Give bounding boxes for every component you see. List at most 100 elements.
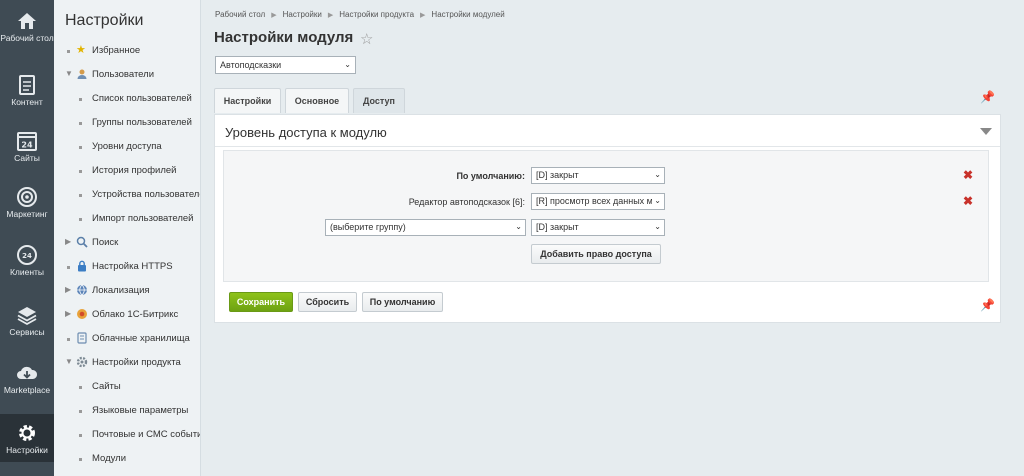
access-table: По умолчанию: [D] закрыт ⌄ ✖ Редактор ав… (223, 150, 989, 282)
calendar-icon: 24 (17, 132, 37, 151)
default-access-select[interactable]: [D] закрыт ⌄ (531, 167, 665, 184)
search-icon (76, 236, 88, 248)
menu-item-sites[interactable]: Сайты (54, 379, 200, 397)
tab-settings[interactable]: Настройки (214, 88, 281, 113)
group-select[interactable]: (выберите группу) ⌄ (325, 219, 526, 236)
star-icon: ★ (76, 44, 86, 56)
bullet-icon (79, 410, 82, 413)
favorite-star-icon[interactable]: ☆ (360, 30, 373, 48)
nav-label: Клиенты (9, 267, 45, 277)
menu-item-product-settings[interactable]: ▼ Настройки продукта (54, 355, 200, 373)
menu-item-language-params[interactable]: Языковые параметры (54, 403, 200, 421)
delete-icon[interactable]: ✖ (963, 168, 973, 182)
menu-item-mail-sms-events[interactable]: Почтовые и СМС события (54, 427, 200, 445)
bullet-icon (79, 122, 82, 125)
menu-item-access-levels[interactable]: Уровни доступа (54, 139, 200, 157)
editor-group-label: Редактор автоподсказок [6]: (408, 197, 525, 207)
divider (215, 146, 1000, 147)
collapse-icon[interactable] (980, 128, 992, 135)
pin-icon[interactable]: 📌 (980, 90, 995, 104)
chevron-down-icon: ⌄ (652, 222, 661, 231)
svg-text:24: 24 (22, 252, 32, 260)
bullet-icon (79, 98, 82, 101)
globe-icon (76, 284, 88, 296)
menu-title: Настройки (65, 12, 144, 29)
chevron-down-icon: ⌄ (344, 60, 351, 69)
chevron-down-icon[interactable]: ▼ (65, 69, 73, 78)
pin-icon[interactable]: 📌 (980, 298, 995, 312)
menu-item-user-list[interactable]: Список пользователей (54, 91, 200, 109)
nav-marketplace[interactable]: Marketplace (0, 362, 54, 402)
select-value: [D] закрыт (536, 222, 579, 232)
chevron-down-icon: ⌄ (652, 170, 661, 179)
module-select-value: Автоподсказки (220, 60, 282, 70)
bullet-icon (79, 218, 82, 221)
cloud-icon (76, 308, 88, 320)
gear-icon (76, 356, 88, 368)
module-select[interactable]: Автоподсказки ⌄ (215, 56, 356, 74)
nav-clients[interactable]: 24 Клиенты (0, 244, 54, 284)
menu-item-profile-history[interactable]: История профилей (54, 163, 200, 181)
chevron-right-icon[interactable]: ▶ (65, 285, 71, 294)
chevron-right-icon: ▶ (420, 12, 426, 19)
chevron-right-icon[interactable]: ▶ (65, 309, 71, 318)
main-content: Рабочий стол ▶ Настройки ▶ Настройки продукт… (201, 0, 1024, 476)
bullet-icon (79, 146, 82, 149)
bullet-icon (67, 266, 70, 269)
nav-settings[interactable]: Настройки (0, 414, 54, 462)
menu-item-bitrix-cloud[interactable]: ▶ Облако 1С-Битрикс (54, 307, 200, 325)
editor-access-select[interactable]: [R] просмотр всех данных м ⌄ (531, 193, 665, 210)
save-button[interactable]: Сохранить (229, 292, 293, 312)
breadcrumb-item[interactable]: Настройки (283, 10, 322, 19)
gear-icon (19, 425, 35, 441)
tab-access[interactable]: Доступ (353, 88, 405, 113)
bullet-icon (67, 338, 70, 341)
menu-item-users[interactable]: ▼ Пользователи (54, 67, 200, 85)
nav-marketing[interactable]: Маркетинг (0, 186, 54, 226)
menu-item-https[interactable]: Настройка HTTPS (54, 259, 200, 277)
menu-item-cloud-storage[interactable]: Облачные хранилища (54, 331, 200, 349)
nav-label: Маркетинг (6, 209, 48, 219)
settings-menu: Настройки ★ Избранное ▼ Пользователи Спи… (54, 0, 201, 476)
reset-button[interactable]: Сбросить (298, 292, 357, 312)
nav-label: Сайты (14, 153, 40, 163)
document-icon (19, 75, 35, 95)
nav-sites[interactable]: 24 Сайты (0, 130, 54, 170)
menu-item-favorites[interactable]: ★ Избранное (54, 43, 200, 61)
nav-services[interactable]: Сервисы (0, 304, 54, 344)
breadcrumb-item[interactable]: Настройки модулей (431, 10, 504, 19)
menu-item-localization[interactable]: ▶ Локализация (54, 283, 200, 301)
storage-icon (76, 332, 88, 344)
panel-title: Уровень доступа к модулю (225, 125, 387, 140)
nav-label: Сервисы (9, 327, 45, 337)
nav-content[interactable]: Контент (0, 74, 54, 114)
layers-icon (17, 307, 37, 326)
access-panel: Уровень доступа к модулю По умолчанию: [… (214, 114, 1001, 323)
nav-label: Контент (11, 97, 43, 107)
menu-item-search[interactable]: ▶ Поиск (54, 235, 200, 253)
new-group-access-select[interactable]: [D] закрыт ⌄ (531, 219, 665, 236)
menu-item-user-devices[interactable]: Устройства пользователей (54, 187, 200, 205)
select-value: [D] закрыт (536, 170, 579, 180)
menu-item-user-groups[interactable]: Группы пользователей (54, 115, 200, 133)
breadcrumb-item[interactable]: Настройки продукта (339, 10, 414, 19)
target-icon (17, 187, 37, 207)
menu-item-user-import[interactable]: Импорт пользователей (54, 211, 200, 229)
lock-icon (76, 260, 88, 272)
default-access-label: По умолчанию: (456, 171, 525, 181)
nav-desktop[interactable]: Рабочий стол (0, 10, 54, 54)
chevron-right-icon[interactable]: ▶ (65, 237, 71, 246)
bullet-icon (79, 170, 82, 173)
bullet-icon (79, 194, 82, 197)
chevron-down-icon[interactable]: ▼ (65, 357, 73, 366)
add-access-button[interactable]: Добавить право доступа (531, 244, 661, 264)
nav-label: Marketplace (3, 385, 51, 395)
tab-main[interactable]: Основное (285, 88, 349, 113)
chevron-right-icon: ▶ (327, 12, 334, 19)
breadcrumb-item[interactable]: Рабочий стол (215, 10, 265, 19)
default-button[interactable]: По умолчанию (362, 292, 443, 312)
svg-text:24: 24 (21, 141, 33, 150)
delete-icon[interactable]: ✖ (963, 194, 973, 208)
menu-item-modules[interactable]: Модули (54, 451, 200, 469)
bullet-icon (79, 458, 82, 461)
